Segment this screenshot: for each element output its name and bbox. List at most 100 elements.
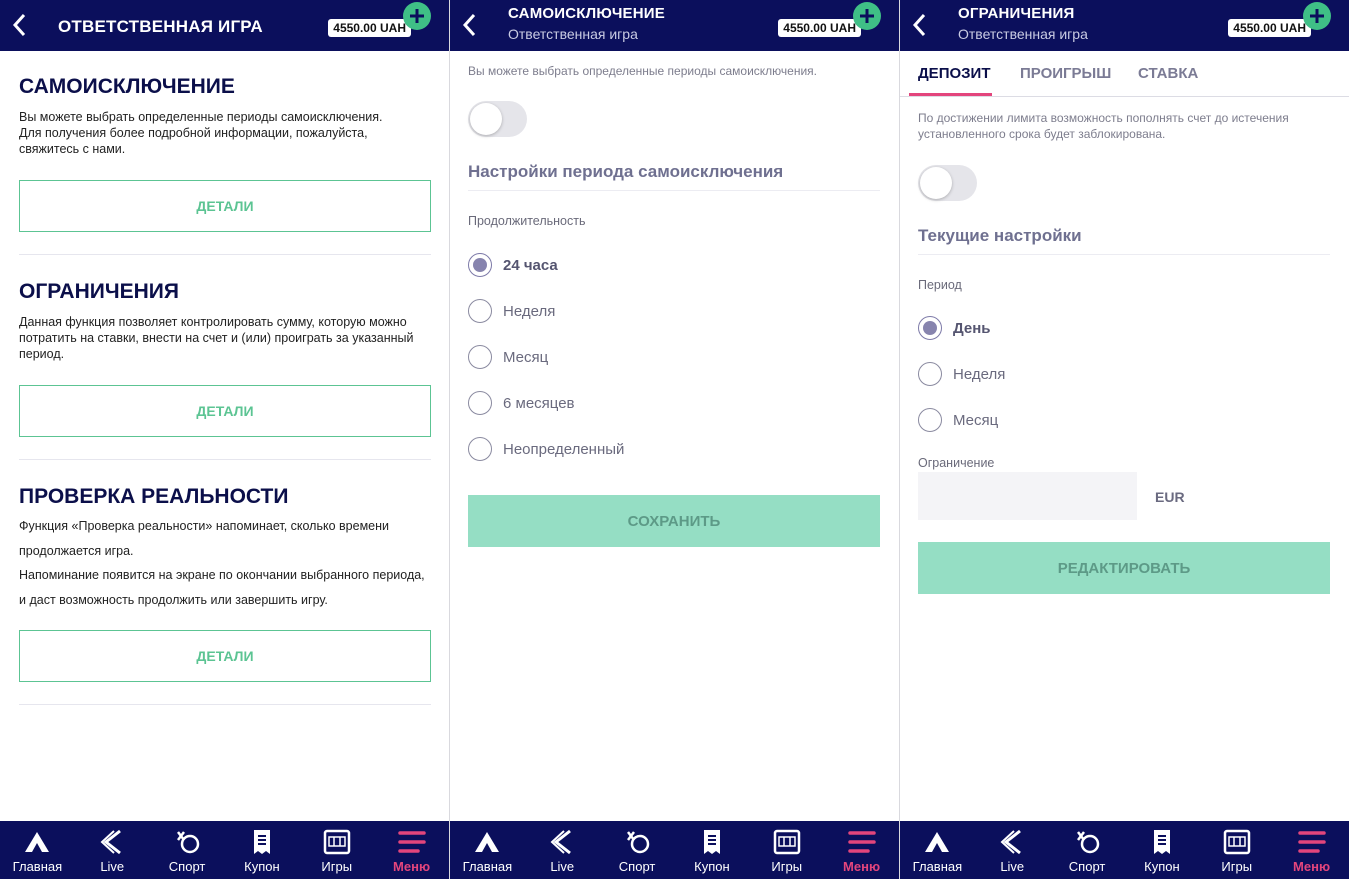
radio-button[interactable] [468, 391, 492, 415]
tab-bet[interactable]: СТАВКА [1138, 65, 1198, 82]
deposit-plus-button[interactable] [1303, 2, 1331, 30]
nav-item-games[interactable]: Игры [1199, 821, 1274, 879]
self-exclusion-screen: САМОИСКЛЮЧЕНИЕ Ответственная игра 4550.0… [450, 0, 899, 879]
nav-item-sport[interactable]: Спорт [1050, 821, 1125, 879]
details-button-reality-check[interactable]: ДЕТАЛИ [19, 630, 431, 682]
live-icon [548, 829, 576, 855]
nav-label: Купон [694, 859, 730, 874]
section-title: САМОИСКЛЮЧЕНИЕ [19, 75, 235, 98]
live-icon [998, 829, 1026, 855]
tab-loss[interactable]: ПРОИГРЫШ [1020, 65, 1111, 82]
radio-button[interactable] [468, 345, 492, 369]
radio-option[interactable]: Неопределенный [468, 437, 624, 461]
limit-amount-input[interactable] [918, 472, 1137, 520]
sport-icon [1073, 829, 1101, 855]
balance-badge[interactable]: 4550.00 UAH [1228, 19, 1311, 37]
edit-button[interactable]: РЕДАКТИРОВАТЬ [918, 542, 1330, 594]
radio-button[interactable] [468, 299, 492, 323]
nav-item-live[interactable]: Live [975, 821, 1050, 879]
nav-label: Главная [12, 859, 63, 874]
balance-badge[interactable]: 4550.00 UAH [328, 19, 411, 37]
plus-icon [1310, 9, 1324, 23]
page-subtitle: Ответственная игра [958, 26, 1088, 42]
nav-item-home[interactable]: Главная [450, 821, 525, 879]
radio-button[interactable] [918, 362, 942, 386]
currency-label: EUR [1155, 489, 1185, 505]
nav-item-coupon[interactable]: Купон [674, 821, 749, 879]
nav-item-live[interactable]: Live [525, 821, 600, 879]
nav-label: Игры [321, 859, 353, 874]
radio-label: 24 часа [503, 256, 558, 274]
radio-label: Месяц [503, 348, 549, 366]
active-tab-indicator [909, 93, 992, 96]
toggle-knob [920, 167, 952, 199]
back-button[interactable] [908, 11, 930, 39]
nav-item-menu[interactable]: Меню [374, 821, 449, 879]
nav-item-sport[interactable]: Спорт [150, 821, 225, 879]
section-title: ОГРАНИЧЕНИЯ [19, 280, 179, 303]
nav-label: Игры [771, 859, 803, 874]
coupon-icon [698, 829, 726, 855]
divider [19, 459, 431, 460]
nav-item-home[interactable]: Главная [900, 821, 975, 879]
home-icon [473, 829, 501, 855]
nav-item-games[interactable]: Игры [749, 821, 824, 879]
balance-badge[interactable]: 4550.00 UAH [778, 19, 861, 37]
radio-label: 6 месяцев [503, 394, 575, 412]
nav-label: Главная [912, 859, 963, 874]
tab-deposit[interactable]: ДЕПОЗИТ [918, 65, 990, 82]
page-title: ОГРАНИЧЕНИЯ [958, 5, 1075, 22]
details-button-limits[interactable]: ДЕТАЛИ [19, 385, 431, 437]
back-button[interactable] [8, 11, 30, 39]
radio-option[interactable]: 6 месяцев [468, 391, 575, 415]
radio-option[interactable]: День [918, 316, 991, 340]
intro-text: Вы можете выбрать определенные периоды с… [468, 64, 817, 78]
nav-item-coupon[interactable]: Купон [1124, 821, 1199, 879]
nav-item-menu[interactable]: Меню [1274, 821, 1349, 879]
back-button[interactable] [458, 11, 480, 39]
nav-label: Спорт [1068, 859, 1106, 874]
live-icon [98, 829, 126, 855]
nav-item-sport[interactable]: Спорт [600, 821, 675, 879]
nav-label: Live [550, 859, 575, 874]
nav-label: Главная [462, 859, 513, 874]
bottom-nav: Главная Live Спорт Купон Игры Меню [0, 821, 449, 879]
radio-button[interactable] [918, 408, 942, 432]
chevron-left-icon [462, 13, 476, 37]
nav-label: Меню [843, 859, 881, 874]
radio-button[interactable] [918, 316, 942, 340]
nav-item-games[interactable]: Игры [299, 821, 374, 879]
radio-option[interactable]: 24 часа [468, 253, 558, 277]
deposit-plus-button[interactable] [403, 2, 431, 30]
nav-item-menu[interactable]: Меню [824, 821, 899, 879]
duration-label: Продолжительность [468, 214, 586, 228]
divider [19, 704, 431, 705]
radio-label: Месяц [953, 411, 999, 429]
radio-option[interactable]: Месяц [918, 408, 998, 432]
coupon-icon [1148, 829, 1176, 855]
bottom-nav: Главная Live Спорт Купон Игры Меню [450, 821, 899, 879]
games-icon [773, 829, 801, 855]
limit-tabs: ДЕПОЗИТ ПРОИГРЫШ СТАВКА [900, 51, 1349, 97]
radio-option[interactable]: Неделя [918, 362, 1005, 386]
nav-item-home[interactable]: Главная [0, 821, 75, 879]
radio-button[interactable] [468, 253, 492, 277]
nav-item-coupon[interactable]: Купон [224, 821, 299, 879]
deposit-limit-toggle[interactable] [918, 165, 977, 201]
nav-label: Live [1000, 859, 1025, 874]
details-button-self-exclusion[interactable]: ДЕТАЛИ [19, 180, 431, 232]
divider [19, 254, 431, 255]
radio-option[interactable]: Месяц [468, 345, 548, 369]
deposit-plus-button[interactable] [853, 2, 881, 30]
settings-heading: Настройки периода самоисключения [468, 162, 880, 191]
save-button[interactable]: СОХРАНИТЬ [468, 495, 880, 547]
home-icon [23, 829, 51, 855]
nav-item-live[interactable]: Live [75, 821, 150, 879]
radio-button[interactable] [468, 437, 492, 461]
self-exclusion-toggle[interactable] [468, 101, 527, 137]
chevron-left-icon [912, 13, 926, 37]
nav-label: Купон [244, 859, 280, 874]
menu-icon [847, 829, 876, 855]
nav-label: Меню [393, 859, 431, 874]
radio-option[interactable]: Неделя [468, 299, 555, 323]
